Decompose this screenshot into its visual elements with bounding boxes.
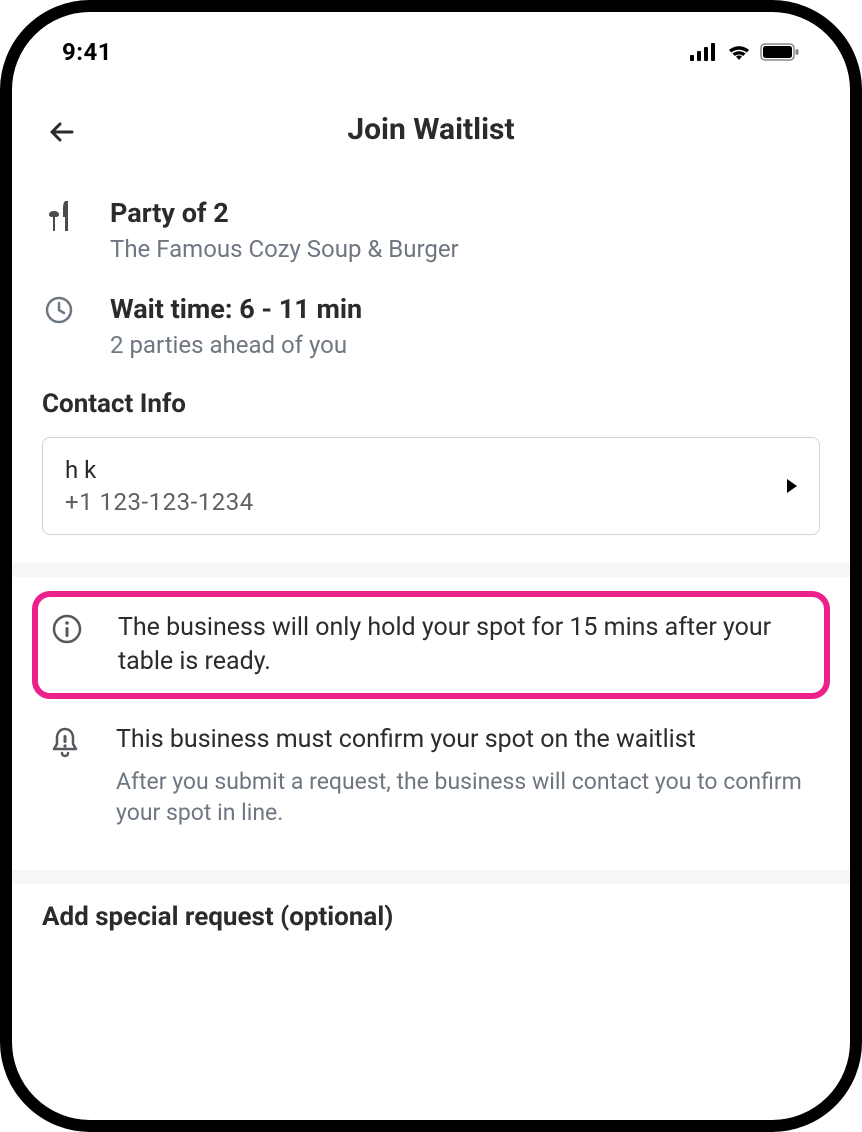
- status-bar: 9:41: [12, 12, 850, 82]
- restaurant-name: The Famous Cozy Soup & Burger: [110, 235, 820, 263]
- info-icon: [50, 611, 84, 645]
- confirm-spot-title: This business must confirm your spot on …: [116, 723, 814, 757]
- wifi-icon: [726, 43, 752, 61]
- special-request-heading: Add special request (optional): [42, 902, 820, 932]
- contact-info-heading: Contact Info: [42, 389, 820, 419]
- contact-name: h k: [65, 456, 254, 484]
- section-divider: [12, 563, 850, 577]
- arrow-left-icon: [46, 116, 78, 148]
- section-divider: [12, 870, 850, 884]
- hold-spot-text: The business will only hold your spot fo…: [118, 611, 812, 679]
- parties-ahead-label: 2 parties ahead of you: [110, 331, 820, 359]
- hold-spot-notice: The business will only hold your spot fo…: [32, 591, 830, 699]
- status-time: 9:41: [62, 38, 112, 66]
- wait-time-label: Wait time: 6 - 11 min: [110, 293, 820, 325]
- fork-knife-icon: [42, 197, 76, 233]
- party-size-label: Party of 2: [110, 197, 820, 229]
- page-header: Join Waitlist: [12, 82, 850, 167]
- clock-icon: [42, 293, 76, 325]
- page-title: Join Waitlist: [42, 112, 820, 147]
- confirm-spot-subtext: After you submit a request, the business…: [116, 766, 814, 828]
- contact-card[interactable]: h k +1 123-123-1234: [42, 437, 820, 535]
- chevron-right-icon: [787, 479, 797, 493]
- wait-info-row: Wait time: 6 - 11 min 2 parties ahead of…: [42, 293, 820, 359]
- confirm-spot-notice: This business must confirm your spot on …: [42, 709, 820, 843]
- bell-icon: [48, 723, 82, 759]
- status-icons: [690, 43, 800, 61]
- device-frame: 9:41: [0, 0, 862, 1132]
- party-info-row: Party of 2 The Famous Cozy Soup & Burger: [42, 197, 820, 263]
- contact-phone: +1 123-123-1234: [65, 488, 254, 516]
- cellular-icon: [690, 43, 718, 61]
- back-button[interactable]: [42, 112, 82, 152]
- battery-icon: [760, 43, 800, 61]
